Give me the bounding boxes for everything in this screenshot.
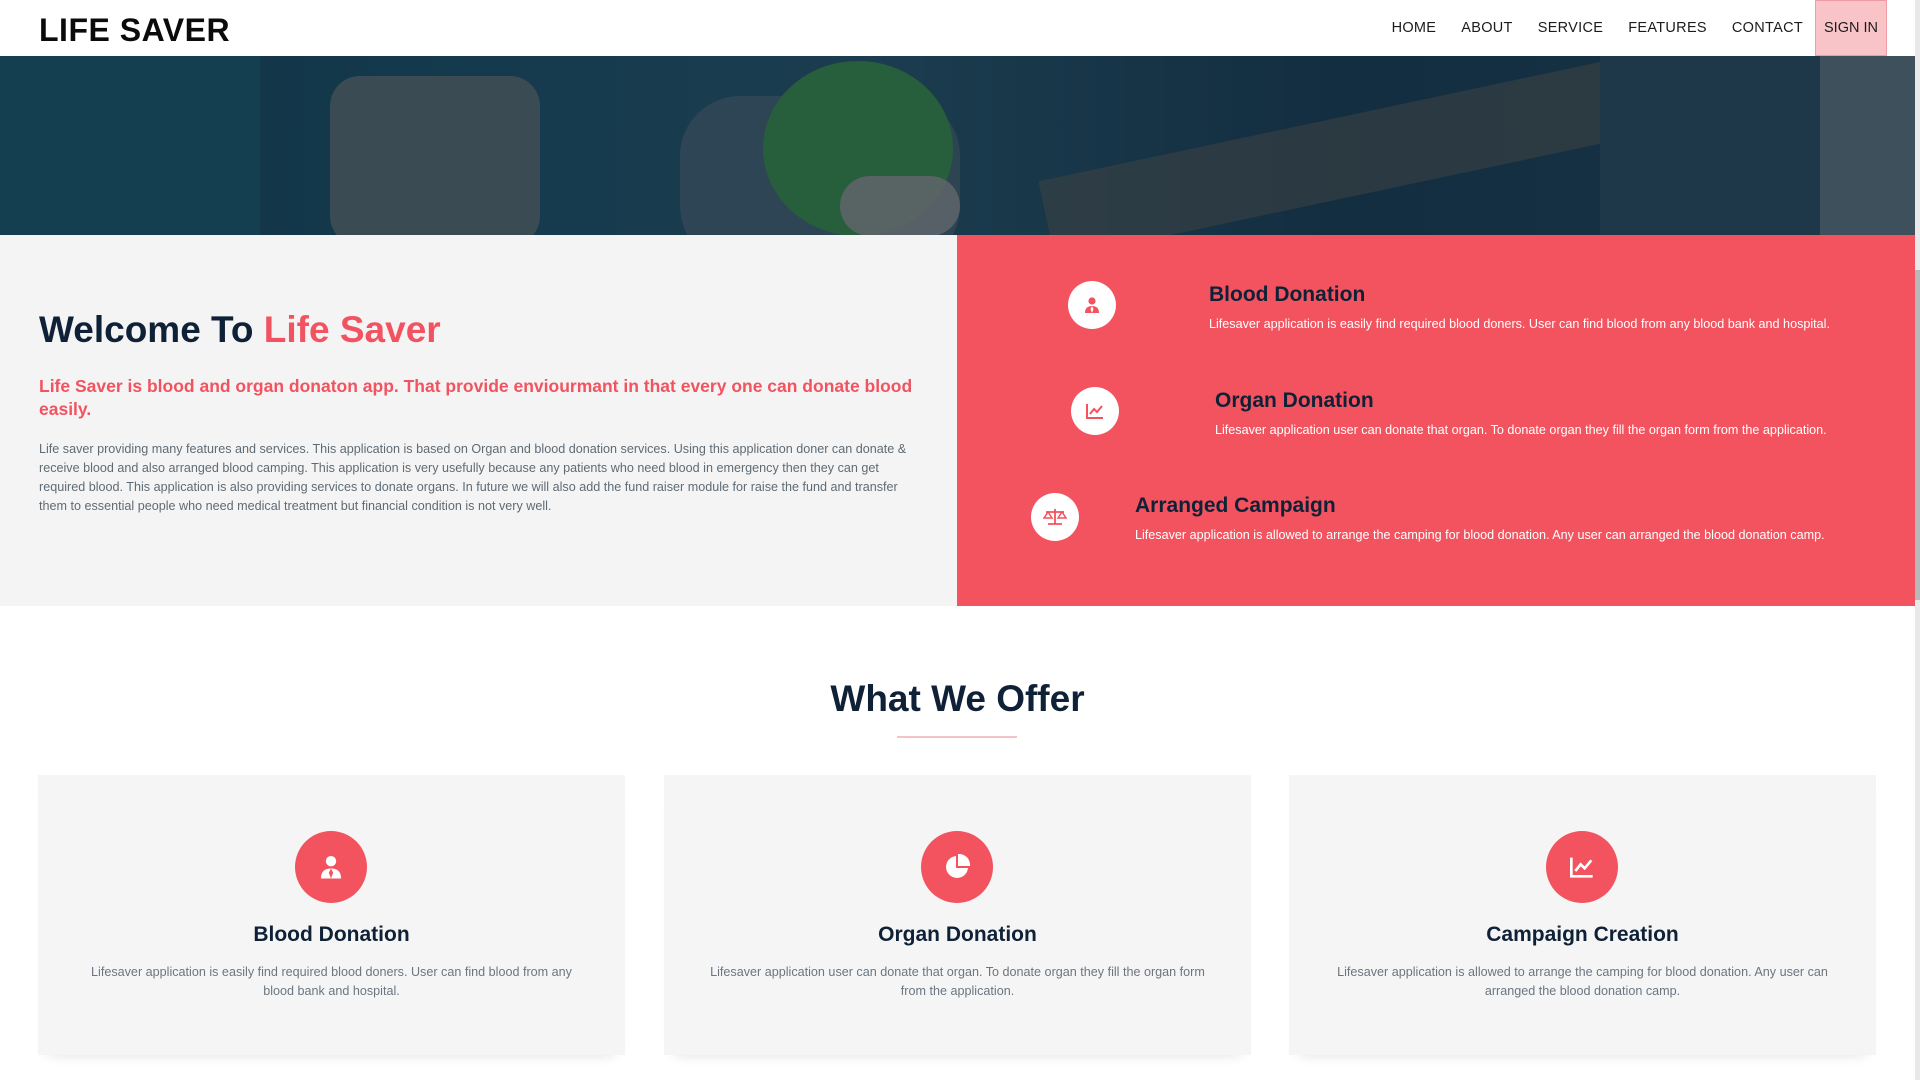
chart-line-icon	[1071, 387, 1119, 435]
feature-title: Organ Donation	[1215, 389, 1374, 412]
card-text: Lifesaver application user can donate th…	[710, 965, 1205, 998]
card-text: Lifesaver application is allowed to arra…	[1337, 965, 1828, 998]
welcome-title-accent: Life Saver	[263, 309, 441, 350]
feature-title: Arranged Campaign	[1135, 494, 1336, 517]
card-title: Organ Donation	[878, 923, 1037, 946]
welcome-body: Life saver providing many features and s…	[39, 442, 907, 513]
title-underline	[897, 736, 1017, 738]
pie-chart-icon	[921, 831, 993, 903]
offer-card: Organ Donation Lifesaver application use…	[664, 775, 1251, 1055]
offer-section-title: What We Offer	[830, 678, 1085, 719]
hero-banner-image	[0, 56, 1915, 235]
nav-link-features[interactable]: FEATURES	[1628, 20, 1707, 36]
card-text: Lifesaver application is easily find req…	[91, 965, 572, 998]
nav-link-home[interactable]: HOME	[1392, 20, 1437, 36]
welcome-title-prefix: Welcome To	[39, 309, 254, 350]
navbar: LIFE SAVER HOME ABOUT SERVICE FEATURES C…	[0, 0, 1915, 56]
card-title: Campaign Creation	[1486, 923, 1679, 946]
balance-scale-icon	[1031, 493, 1079, 541]
offer-card: Blood Donation Lifesaver application is …	[38, 775, 625, 1055]
sign-in-button[interactable]: SIGN IN	[1815, 0, 1887, 56]
feature-title: Blood Donation	[1209, 283, 1366, 306]
card-title: Blood Donation	[253, 923, 410, 946]
chart-line-icon	[1546, 831, 1618, 903]
scrollbar-thumb[interactable]	[1915, 270, 1920, 600]
main-nav: HOME ABOUT SERVICE FEATURES CONTACT SIGN…	[1367, 0, 1887, 56]
feature-text: Lifesaver application user can donate th…	[1215, 423, 1827, 437]
welcome-title: Welcome To Life Saver	[39, 309, 441, 351]
user-icon	[295, 831, 367, 903]
features-panel: Blood Donation Lifesaver application is …	[957, 235, 1915, 606]
nav-link-about[interactable]: ABOUT	[1461, 20, 1512, 36]
site-logo[interactable]: LIFE SAVER	[39, 12, 230, 49]
user-icon	[1068, 281, 1116, 329]
offer-card: Campaign Creation Lifesaver application …	[1289, 775, 1876, 1055]
hero-overlay	[0, 56, 1915, 235]
nav-link-contact[interactable]: CONTACT	[1732, 20, 1803, 36]
welcome-section: Welcome To Life Saver Life Saver is bloo…	[0, 235, 957, 606]
nav-link-service[interactable]: SERVICE	[1538, 20, 1604, 36]
page: LIFE SAVER HOME ABOUT SERVICE FEATURES C…	[0, 0, 1920, 1080]
feature-text: Lifesaver application is allowed to arra…	[1135, 528, 1825, 542]
feature-text: Lifesaver application is easily find req…	[1209, 317, 1830, 331]
welcome-lead: Life Saver is blood and organ donaton ap…	[39, 376, 913, 419]
